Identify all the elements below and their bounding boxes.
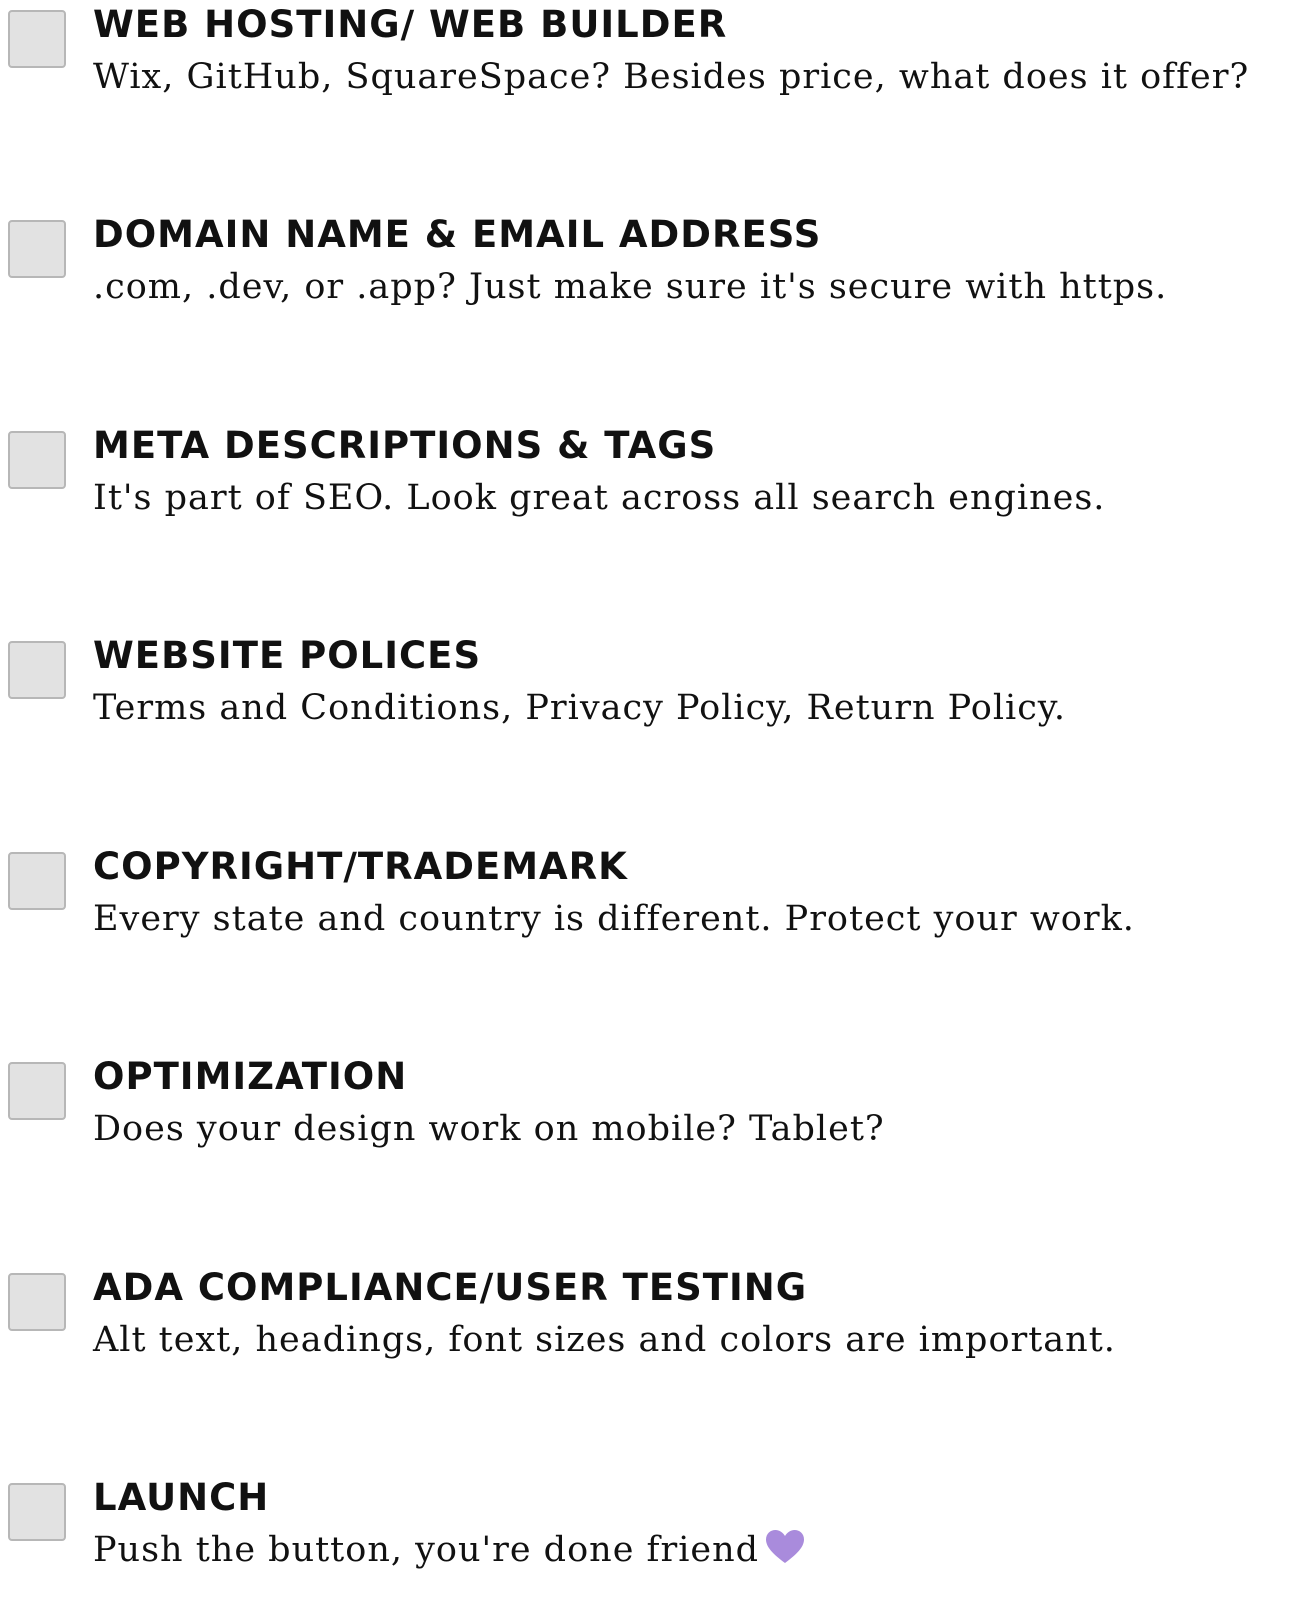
item-title: COPYRIGHT/TRADEMARK — [93, 845, 628, 888]
checkbox-meta-descriptions[interactable] — [8, 431, 66, 489]
checklist-item-launch: LAUNCH Push the button, you're done frie… — [0, 1473, 1292, 1623]
item-title: DOMAIN NAME & EMAIL ADDRESS — [93, 213, 822, 256]
checklist-item-meta-descriptions: META DESCRIPTIONS & TAGS It's part of SE… — [0, 421, 1292, 571]
item-description-text: Push the button, you're done friend — [93, 1530, 760, 1570]
item-description: Wix, GitHub, SquareSpace? Besides price,… — [93, 57, 1250, 97]
item-title: META DESCRIPTIONS & TAGS — [93, 424, 717, 467]
item-description: Alt text, headings, font sizes and color… — [93, 1320, 1116, 1360]
item-title: OPTIMIZATION — [93, 1055, 408, 1098]
item-title: LAUNCH — [93, 1476, 270, 1519]
item-title: WEB HOSTING/ WEB BUILDER — [93, 3, 728, 46]
item-description: Every state and country is different. Pr… — [93, 899, 1135, 939]
checklist-item-domain-name: DOMAIN NAME & EMAIL ADDRESS .com, .dev, … — [0, 210, 1292, 360]
item-title: ADA COMPLIANCE/USER TESTING — [93, 1266, 808, 1309]
item-title: WEBSITE POLICES — [93, 634, 482, 677]
checkbox-ada-compliance[interactable] — [8, 1273, 66, 1331]
checkbox-web-hosting[interactable] — [8, 10, 66, 68]
checkbox-copyright[interactable] — [8, 852, 66, 910]
purple-heart-icon — [765, 1529, 805, 1579]
item-description: Does your design work on mobile? Tablet? — [93, 1109, 885, 1149]
checklist-item-ada-compliance: ADA COMPLIANCE/USER TESTING Alt text, he… — [0, 1263, 1292, 1413]
checkbox-launch[interactable] — [8, 1483, 66, 1541]
checkbox-website-policies[interactable] — [8, 641, 66, 699]
checklist-item-website-policies: WEBSITE POLICES Terms and Conditions, Pr… — [0, 631, 1292, 781]
checklist-item-copyright: COPYRIGHT/TRADEMARK Every state and coun… — [0, 842, 1292, 992]
item-description: Push the button, you're done friend — [93, 1525, 805, 1579]
item-description: It's part of SEO. Look great across all … — [93, 478, 1106, 518]
item-description: .com, .dev, or .app? Just make sure it's… — [93, 267, 1168, 307]
item-description: Terms and Conditions, Privacy Policy, Re… — [93, 688, 1067, 728]
checklist-item-optimization: OPTIMIZATION Does your design work on mo… — [0, 1052, 1292, 1202]
checkbox-optimization[interactable] — [8, 1062, 66, 1120]
checklist-item-web-hosting: WEB HOSTING/ WEB BUILDER Wix, GitHub, Sq… — [0, 0, 1292, 150]
checkbox-domain-name[interactable] — [8, 220, 66, 278]
